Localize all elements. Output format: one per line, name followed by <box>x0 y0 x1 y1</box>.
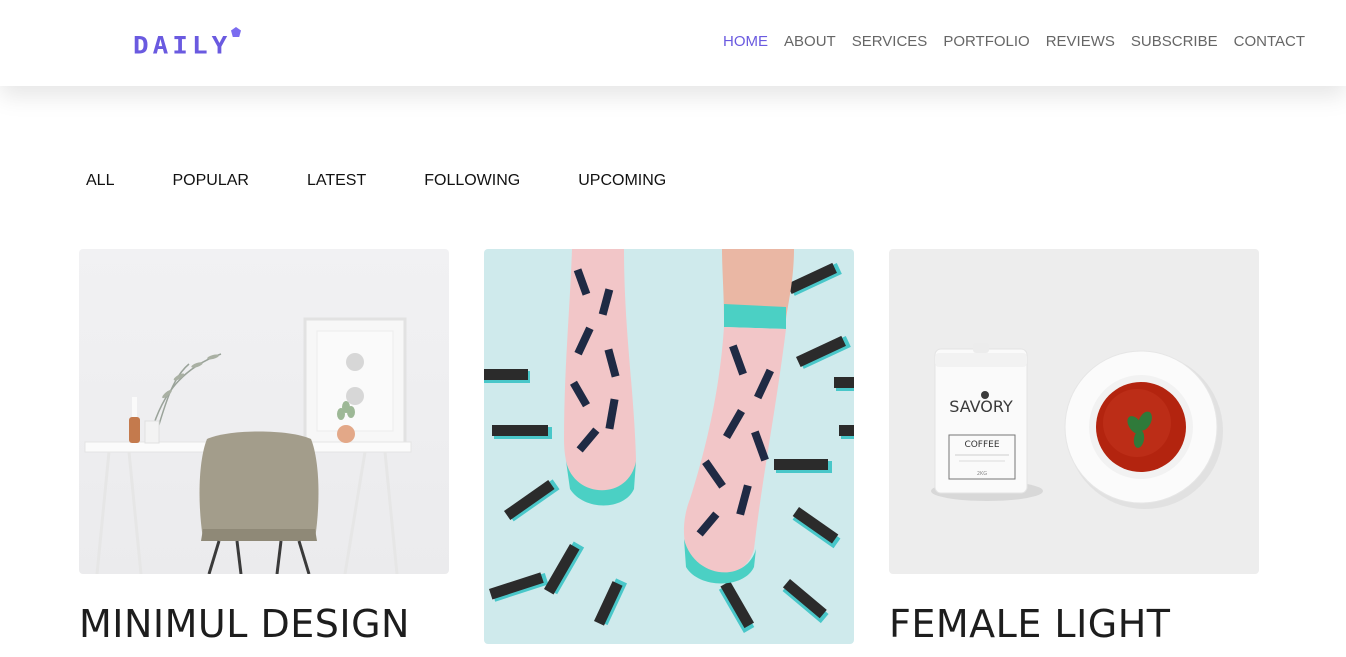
nav-item-reviews[interactable]: REVIEWS <box>1038 31 1123 52</box>
logo[interactable]: DAILY <box>133 27 241 60</box>
nav-item-home[interactable]: HOME <box>715 31 776 52</box>
nav-item-about[interactable]: ABOUT <box>776 31 844 52</box>
nav-item-subscribe[interactable]: SUBSCRIBE <box>1123 31 1226 52</box>
filter-all[interactable]: ALL <box>86 172 114 190</box>
nav-item-portfolio[interactable]: PORTFOLIO <box>935 31 1037 52</box>
desk-with-chair-image[interactable] <box>79 249 449 574</box>
filter-following[interactable]: FOLLOWING <box>424 172 520 190</box>
portfolio-card[interactable]: MINIMUL DESIGN <box>79 249 449 646</box>
tin-weight-label: 2KG <box>977 471 987 477</box>
filter-latest[interactable]: LATEST <box>307 172 366 190</box>
card-title[interactable]: FEMALE LIGHT <box>889 602 1259 646</box>
tin-brand-label: SAVORY <box>949 397 1013 416</box>
nav-item-services[interactable]: SERVICES <box>844 31 936 52</box>
portfolio-card[interactable] <box>484 249 854 644</box>
filter-popular[interactable]: POPULAR <box>172 172 248 190</box>
main-nav: HOME ABOUT SERVICES PORTFOLIO REVIEWS SU… <box>715 31 1313 52</box>
desk-scene-illustration <box>79 249 449 574</box>
nav-item-contact[interactable]: CONTACT <box>1226 31 1313 52</box>
coffee-tin-and-soup-image[interactable]: SAVORY COFFEE 2KG <box>889 249 1259 574</box>
coffee-scene-illustration: SAVORY COFFEE 2KG <box>889 249 1259 574</box>
site-header: DAILY HOME ABOUT SERVICES PORTFOLIO REVI… <box>0 0 1346 86</box>
portfolio-filters: ALL POPULAR LATEST FOLLOWING UPCOMING <box>86 172 666 190</box>
portfolio-card[interactable]: SAVORY COFFEE 2KG FEMALE LIGHT <box>889 249 1259 646</box>
card-title[interactable]: MINIMUL DESIGN <box>79 602 449 646</box>
tin-product-label: COFFEE <box>964 440 999 450</box>
patterned-socks-image[interactable] <box>484 249 854 644</box>
socks-scene-illustration <box>484 249 854 644</box>
filter-upcoming[interactable]: UPCOMING <box>578 172 666 190</box>
logo-text: DAILY <box>133 32 232 60</box>
logo-pentagon-icon <box>231 27 241 37</box>
